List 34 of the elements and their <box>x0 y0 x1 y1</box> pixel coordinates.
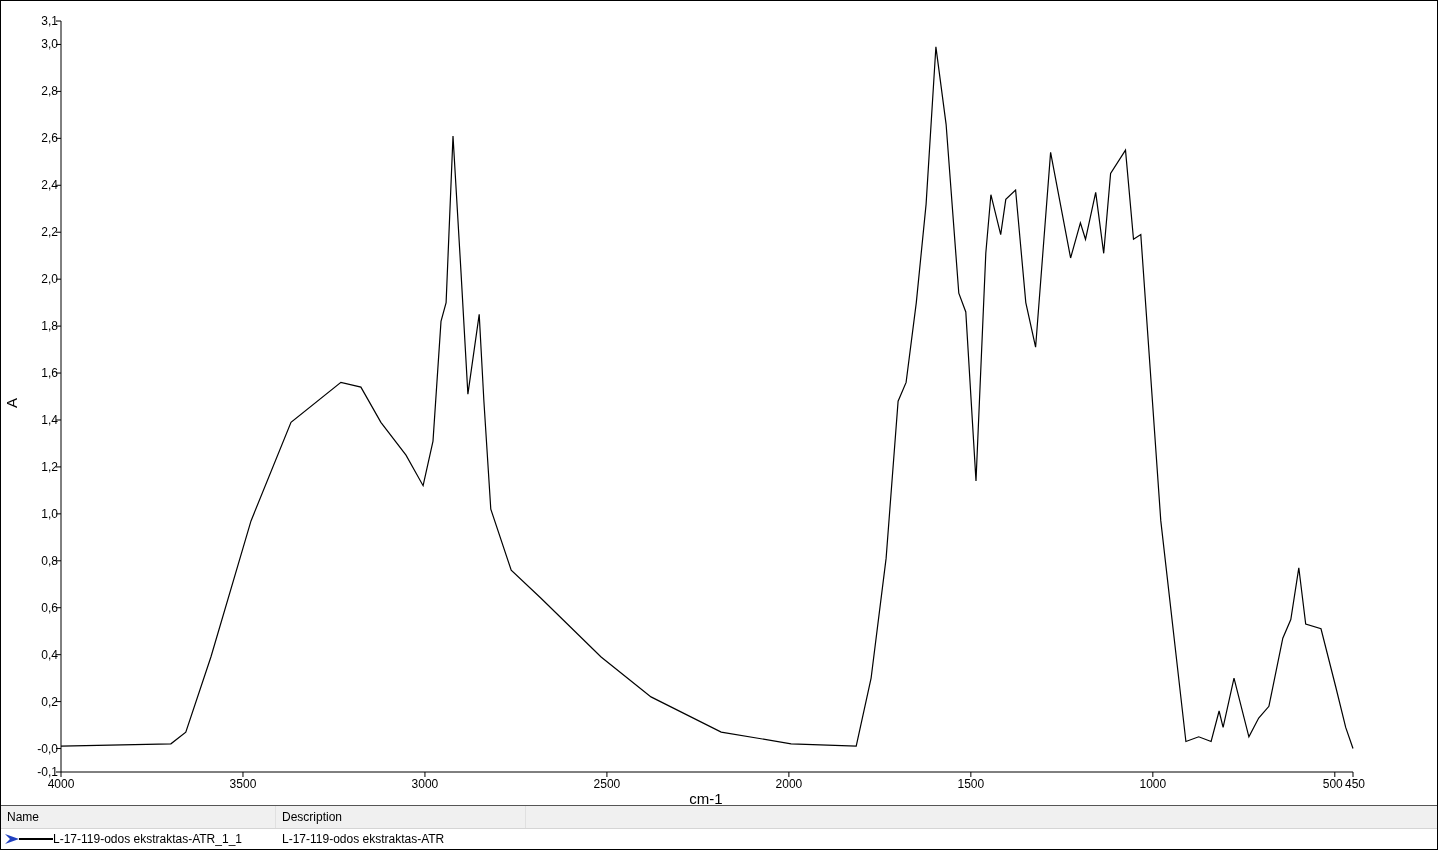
tick-label: 3,0 <box>41 37 58 52</box>
table-cell: L-17-119-odos ekstraktas-ATR <box>282 832 445 846</box>
tick-label: 4000 <box>47 777 75 791</box>
tick-label: 0,8 <box>41 553 58 568</box>
column-header[interactable]: Description <box>276 806 526 828</box>
tick-label: 2,2 <box>41 225 58 240</box>
tick-label: 1,4 <box>41 412 58 427</box>
tick-label: 3,1 <box>41 14 58 28</box>
axis-title: A <box>3 398 20 408</box>
tick-label: 1,6 <box>41 366 58 381</box>
legend-line-icon <box>19 837 53 841</box>
tick-label: 0,4 <box>41 647 58 662</box>
tick-label: 2000 <box>775 777 803 791</box>
tick-label: 500 <box>1322 777 1343 791</box>
tick-label: 1000 <box>1139 777 1167 791</box>
tick-label: 1,2 <box>41 459 58 474</box>
tick-label: 2,4 <box>41 178 58 193</box>
tick-label: -0,0 <box>37 741 58 756</box>
tick-label: 3500 <box>229 777 257 791</box>
tick-label: 450 <box>1345 777 1366 791</box>
tick-label: 0,2 <box>41 694 58 709</box>
tick-label: 2,8 <box>41 84 58 99</box>
tick-label: 1,0 <box>41 506 58 521</box>
tick-label: 0,6 <box>41 600 58 615</box>
tick-label: 1,8 <box>41 319 58 334</box>
tick-label: 2,6 <box>41 131 58 146</box>
table-cell: L-17-119-odos ekstraktas-ATR_1_1 <box>53 832 242 846</box>
tick-label: 3000 <box>411 777 439 791</box>
tick-label: 2500 <box>593 777 621 791</box>
column-header[interactable]: Name <box>1 806 276 828</box>
tick-label: -0,1 <box>37 765 58 779</box>
axis-title: cm-1 <box>689 790 723 805</box>
tick-label: 1500 <box>957 777 985 791</box>
tick-label: 2,0 <box>41 272 58 287</box>
